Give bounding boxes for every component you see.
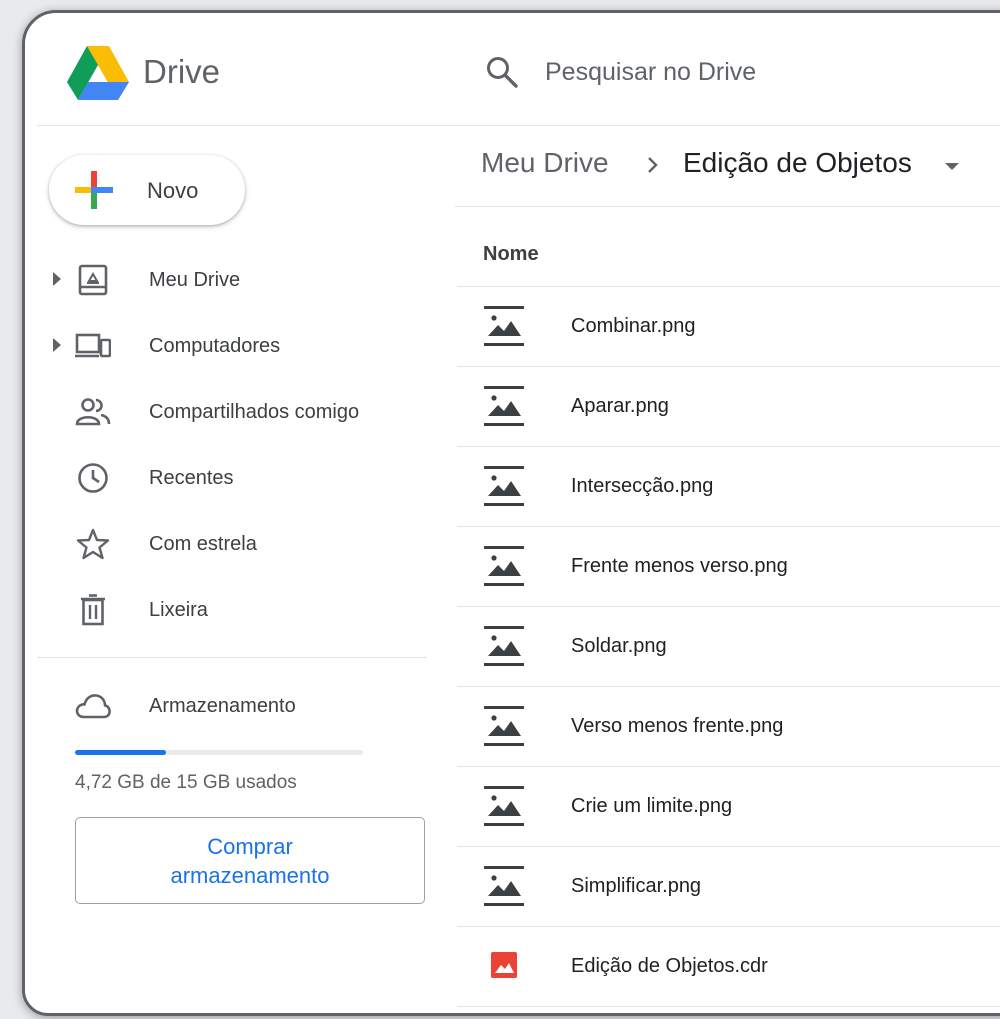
expand-arrow-icon[interactable] [53, 338, 61, 352]
computers-icon [75, 333, 111, 358]
chevron-right-icon [648, 157, 658, 173]
sidebar-item-label: Meu Drive [149, 269, 241, 291]
buy-storage-label-line1: Comprar [207, 833, 293, 859]
drive-window: Drive Novo Meu Drive [22, 10, 1000, 1016]
drawing-file-icon [491, 952, 517, 978]
search-input[interactable] [545, 51, 985, 93]
star-icon [76, 528, 110, 560]
cloud-icon [75, 694, 111, 719]
sidebar-item-label: Lixeira [149, 599, 208, 621]
clock-icon [78, 463, 108, 493]
sidebar-divider [37, 657, 427, 658]
file-row[interactable]: Combinar.png [457, 286, 1000, 366]
expand-arrow-icon[interactable] [53, 272, 61, 286]
file-name: Edição de Objetos.cdr [571, 955, 768, 977]
file-name: Soldar.png [571, 635, 667, 657]
image-file-icon [484, 706, 524, 746]
plus-icon [75, 171, 113, 209]
image-file-icon [484, 546, 524, 586]
storage-label: Armazenamento [149, 695, 296, 717]
sidebar-item-storage[interactable]: Armazenamento [25, 677, 425, 733]
new-button[interactable]: Novo [49, 155, 245, 225]
breadcrumb-current-folder[interactable]: Edição de Objetos [683, 147, 912, 179]
buy-storage-label-line2: armazenamento [170, 862, 330, 888]
drive-logo-icon[interactable] [67, 45, 129, 101]
breadcrumb-root[interactable]: Meu Drive [481, 147, 609, 179]
image-file-icon [484, 466, 524, 506]
sidebar-item-starred[interactable]: Com estrela [25, 515, 425, 571]
file-row[interactable]: Frente menos verso.png [457, 526, 1000, 606]
file-list: Combinar.png Aparar.png Intersecção.png … [457, 286, 1000, 1007]
caret-down-icon[interactable] [945, 163, 959, 170]
image-file-icon [484, 306, 524, 346]
file-row[interactable]: Edição de Objetos.cdr [457, 926, 1000, 1007]
sidebar-item-trash[interactable]: Lixeira [25, 581, 425, 637]
sidebar-item-label: Com estrela [149, 533, 257, 555]
file-row[interactable]: Aparar.png [457, 366, 1000, 446]
image-file-icon [484, 786, 524, 826]
buy-storage-button[interactable]: Comprar armazenamento [75, 817, 425, 904]
shared-people-icon [75, 398, 111, 426]
storage-usage-bar [75, 750, 363, 755]
file-name: Aparar.png [571, 395, 669, 417]
file-name: Crie um limite.png [571, 795, 733, 817]
image-file-icon [484, 866, 524, 906]
new-button-label: Novo [147, 178, 199, 203]
file-name: Verso menos frente.png [571, 715, 784, 737]
storage-usage-text: 4,72 GB de 15 GB usados [75, 772, 297, 793]
header-divider [37, 125, 1000, 126]
sidebar-item-my-drive[interactable]: Meu Drive [25, 251, 425, 307]
file-row[interactable]: Intersecção.png [457, 446, 1000, 526]
image-file-icon [484, 386, 524, 426]
sidebar-item-computers[interactable]: Computadores [25, 317, 425, 373]
image-file-icon [484, 626, 524, 666]
trash-icon [81, 594, 105, 626]
search-icon[interactable] [485, 55, 519, 89]
file-name: Combinar.png [571, 315, 696, 337]
file-name: Simplificar.png [571, 875, 702, 897]
sidebar-item-shared-with-me[interactable]: Compartilhados comigo [25, 383, 425, 439]
file-row[interactable]: Soldar.png [457, 606, 1000, 686]
app-title[interactable]: Drive [143, 53, 220, 91]
file-name: Frente menos verso.png [571, 555, 788, 577]
file-name: Intersecção.png [571, 475, 714, 497]
file-row[interactable]: Verso menos frente.png [457, 686, 1000, 766]
breadcrumb-divider [455, 206, 1000, 207]
sidebar-item-label: Computadores [149, 335, 281, 357]
sidebar-item-label: Compartilhados comigo [149, 401, 360, 423]
sidebar-item-recent[interactable]: Recentes [25, 449, 425, 505]
sidebar-item-label: Recentes [149, 467, 234, 489]
column-header-name[interactable]: Nome [483, 243, 539, 266]
storage-usage-fill [75, 750, 166, 755]
file-row[interactable]: Simplificar.png [457, 846, 1000, 926]
file-row[interactable]: Crie um limite.png [457, 766, 1000, 846]
my-drive-icon [78, 264, 108, 296]
